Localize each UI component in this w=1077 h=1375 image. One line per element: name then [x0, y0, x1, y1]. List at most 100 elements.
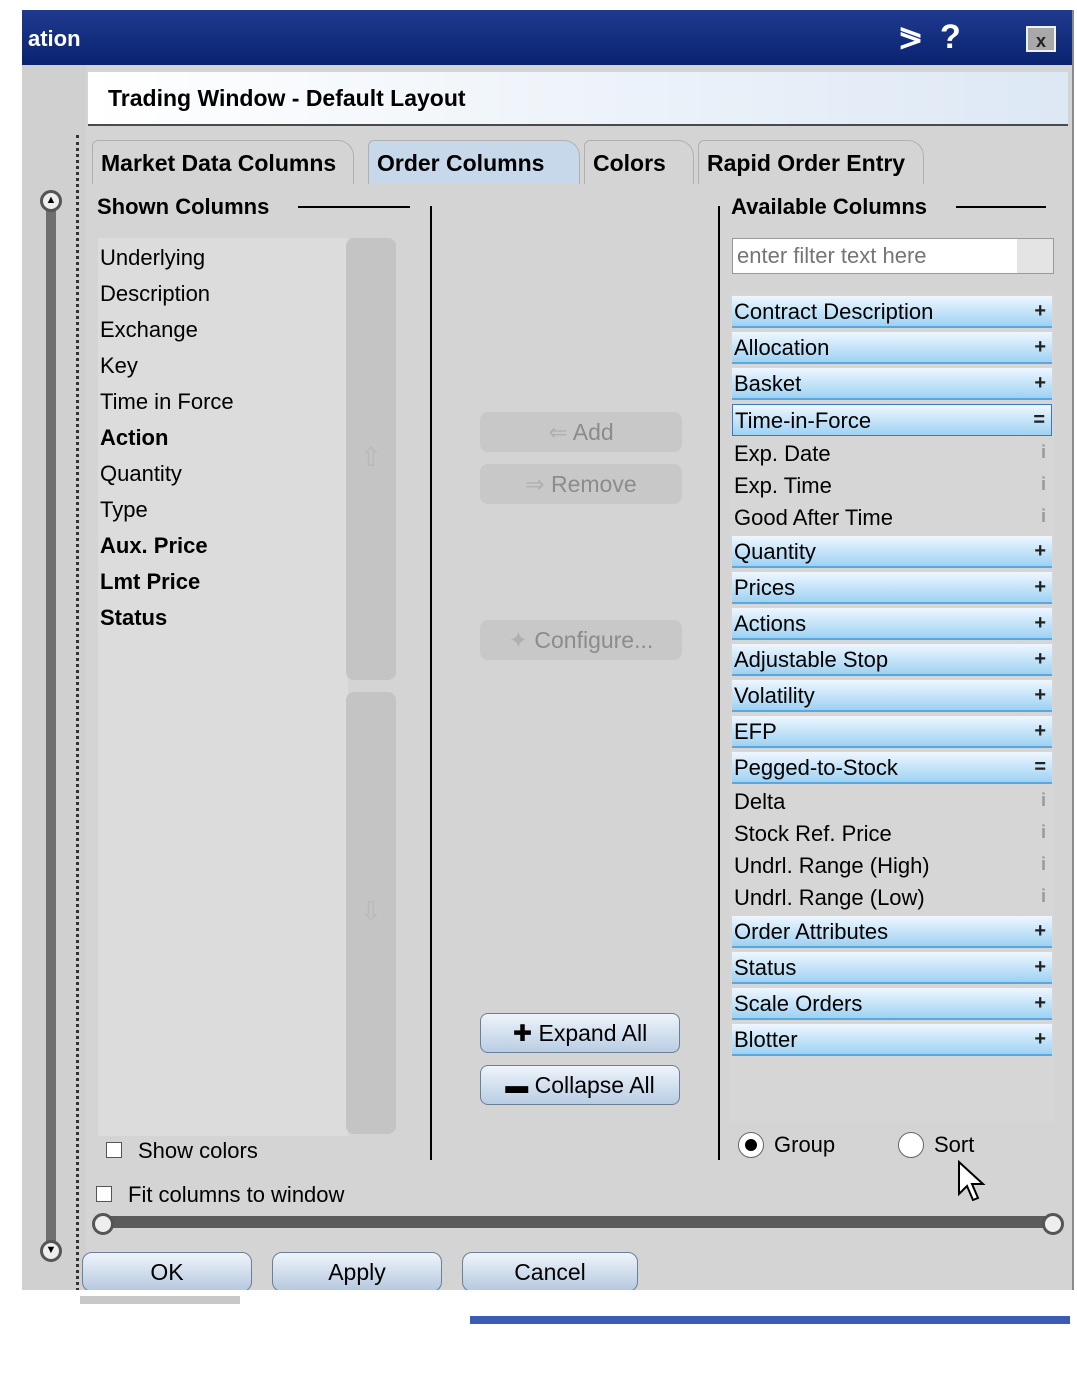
- info-icon[interactable]: i: [1041, 822, 1046, 843]
- group-radio[interactable]: [738, 1132, 764, 1158]
- plus-icon[interactable]: +: [1034, 612, 1046, 635]
- plus-icon[interactable]: +: [1034, 300, 1046, 323]
- plus-icon[interactable]: +: [1034, 648, 1046, 671]
- list-item-group[interactable]: Actions +: [732, 608, 1052, 640]
- list-item-group[interactable]: Basket +: [732, 368, 1052, 400]
- list-item-group[interactable]: Blotter +: [732, 1024, 1052, 1056]
- collapse-all-label: Collapse All: [534, 1072, 655, 1098]
- layout-title: Trading Window - Default Layout: [108, 85, 466, 111]
- group-radio-label: Group: [774, 1132, 836, 1157]
- tab-market-data-columns[interactable]: Market Data Columns: [92, 140, 354, 184]
- list-item[interactable]: Quantity: [100, 461, 182, 487]
- list-item-group-selected[interactable]: Time-in-Force =: [732, 404, 1052, 436]
- list-item[interactable]: Key: [100, 353, 138, 379]
- list-item[interactable]: Good After Time i: [732, 502, 1052, 534]
- list-item[interactable]: Exp. Date i: [732, 438, 1052, 470]
- tab-colors[interactable]: Colors: [584, 140, 694, 184]
- scroll-left-icon[interactable]: [92, 1213, 114, 1235]
- title-bar: ation ⪖ ? x: [22, 10, 1072, 65]
- info-icon[interactable]: i: [1041, 790, 1046, 811]
- horizontal-scrollbar[interactable]: [100, 1216, 1060, 1228]
- filter-input[interactable]: [737, 242, 1013, 270]
- item-label: EFP: [734, 719, 777, 744]
- remove-button[interactable]: ⇒ Remove: [480, 464, 682, 504]
- expand-all-button[interactable]: ✚ Expand All: [480, 1013, 680, 1053]
- layout-header: Trading Window - Default Layout: [88, 72, 1068, 126]
- list-item[interactable]: Stock Ref. Price i: [732, 818, 1052, 850]
- list-item[interactable]: Delta i: [732, 786, 1052, 818]
- list-item[interactable]: Time in Force: [100, 389, 234, 415]
- fit-columns-label: Fit columns to window: [128, 1182, 345, 1207]
- plus-icon[interactable]: +: [1034, 540, 1046, 563]
- list-item[interactable]: Aux. Price: [100, 533, 208, 559]
- scroll-down-icon[interactable]: ▼: [40, 1240, 62, 1262]
- plus-icon: ✚: [512, 1020, 533, 1046]
- plus-icon[interactable]: +: [1034, 576, 1046, 599]
- add-button[interactable]: ⇐ Add: [480, 412, 682, 452]
- plus-icon[interactable]: +: [1034, 684, 1046, 707]
- plus-icon[interactable]: +: [1034, 920, 1046, 943]
- plus-icon[interactable]: +: [1034, 720, 1046, 743]
- list-item-group[interactable]: Quantity +: [732, 536, 1052, 568]
- available-columns-label: Available Columns: [731, 194, 928, 219]
- apply-button[interactable]: Apply: [272, 1252, 442, 1292]
- fit-columns-checkbox[interactable]: [96, 1186, 112, 1202]
- list-item[interactable]: Description: [100, 281, 210, 307]
- list-item-group[interactable]: Order Attributes +: [732, 916, 1052, 948]
- plus-icon[interactable]: +: [1034, 336, 1046, 359]
- splitter-handle[interactable]: [76, 135, 79, 1310]
- list-item[interactable]: Exp. Time i: [732, 470, 1052, 502]
- item-label: Pegged-to-Stock: [734, 755, 898, 780]
- filter-clear-button[interactable]: [1017, 239, 1053, 273]
- list-item-group[interactable]: Allocation +: [732, 332, 1052, 364]
- help-icon[interactable]: ?: [940, 18, 961, 57]
- shown-columns-list[interactable]: Underlying Description Exchange Key Time…: [98, 238, 348, 1136]
- list-item-group[interactable]: Scale Orders +: [732, 988, 1052, 1020]
- tab-rapid-order-entry[interactable]: Rapid Order Entry: [698, 140, 924, 184]
- plus-icon[interactable]: +: [1034, 1028, 1046, 1051]
- plus-icon[interactable]: +: [1034, 992, 1046, 1015]
- list-item-group[interactable]: EFP +: [732, 716, 1052, 748]
- list-item[interactable]: Status: [100, 605, 167, 631]
- list-item[interactable]: Lmt Price: [100, 569, 200, 595]
- list-item[interactable]: Type: [100, 497, 148, 523]
- list-item-group[interactable]: Volatility +: [732, 680, 1052, 712]
- info-icon[interactable]: i: [1041, 474, 1046, 495]
- info-icon[interactable]: i: [1041, 506, 1046, 527]
- window-title: ation: [28, 26, 81, 51]
- list-item-group[interactable]: Prices +: [732, 572, 1052, 604]
- list-item[interactable]: Exchange: [100, 317, 198, 343]
- configure-button[interactable]: ✦ Configure...: [480, 620, 682, 660]
- list-item-group[interactable]: Status +: [732, 952, 1052, 984]
- list-item[interactable]: Undrl. Range (Low) i: [732, 882, 1052, 914]
- plus-icon[interactable]: +: [1034, 372, 1046, 395]
- item-label: Adjustable Stop: [734, 647, 889, 672]
- close-icon[interactable]: x: [1026, 26, 1056, 52]
- ok-button[interactable]: OK: [82, 1252, 252, 1292]
- info-icon[interactable]: i: [1041, 886, 1046, 907]
- tab-order-columns[interactable]: Order Columns: [368, 140, 580, 184]
- list-item-group[interactable]: Adjustable Stop +: [732, 644, 1052, 676]
- pin-icon[interactable]: ⪖: [898, 20, 923, 55]
- cancel-button[interactable]: Cancel: [462, 1252, 638, 1292]
- item-label: Stock Ref. Price: [734, 821, 892, 846]
- list-item-group[interactable]: Contract Description +: [732, 296, 1052, 328]
- info-icon[interactable]: i: [1041, 854, 1046, 875]
- side-panel: ▲ ▼: [22, 65, 86, 1310]
- item-label: Time-in-Force: [735, 408, 872, 433]
- show-colors-checkbox[interactable]: [106, 1142, 122, 1158]
- info-icon[interactable]: i: [1041, 442, 1046, 463]
- vertical-scrollbar[interactable]: [46, 205, 56, 1255]
- scroll-right-icon[interactable]: [1042, 1213, 1064, 1235]
- list-item-group[interactable]: Pegged-to-Stock =: [732, 752, 1052, 784]
- collapse-all-button[interactable]: ▬ Collapse All: [480, 1065, 680, 1105]
- sort-radio[interactable]: [898, 1132, 924, 1158]
- plus-icon[interactable]: +: [1034, 956, 1046, 979]
- list-item[interactable]: Underlying: [100, 245, 205, 271]
- minus-icon[interactable]: =: [1034, 756, 1046, 779]
- list-item[interactable]: Action: [100, 425, 168, 451]
- minus-icon[interactable]: =: [1033, 409, 1045, 432]
- available-columns-list[interactable]: Contract Description + Allocation + Bask…: [730, 292, 1054, 1122]
- scroll-up-icon[interactable]: ▲: [40, 190, 62, 212]
- list-item[interactable]: Undrl. Range (High) i: [732, 850, 1052, 882]
